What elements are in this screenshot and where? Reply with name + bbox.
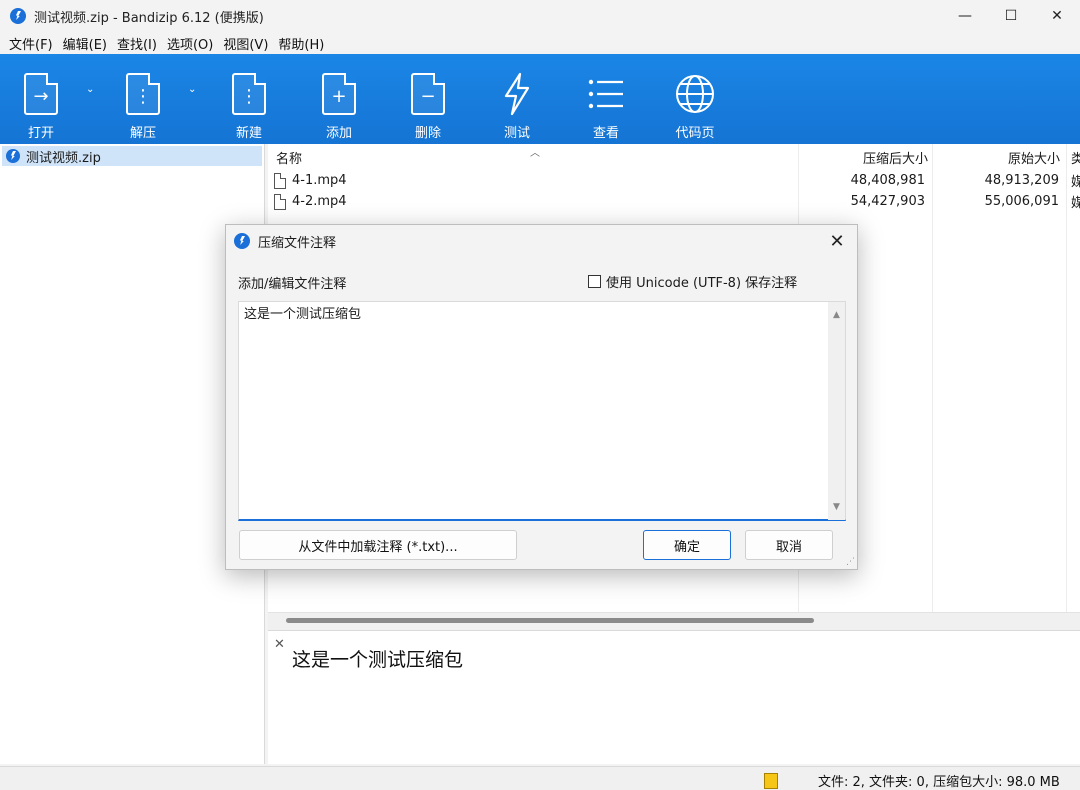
- bandizip-app-icon: [234, 233, 250, 249]
- new-archive-button[interactable]: ⋮ 新建: [226, 54, 272, 144]
- sort-ascending-icon: ︿: [530, 148, 540, 159]
- column-divider: [1066, 144, 1067, 612]
- codepage-button[interactable]: 代码页: [672, 54, 718, 144]
- extract-label: 解压: [129, 126, 156, 141]
- resize-grip-icon[interactable]: ⋰: [846, 557, 855, 567]
- codepage-label: 代码页: [675, 126, 715, 141]
- file-type: 媒: [1071, 175, 1080, 190]
- file-name: 4-1.mp4: [292, 173, 347, 188]
- tree-item-archive[interactable]: 测试视频.zip: [2, 146, 262, 166]
- status-text: 文件: 2, 文件夹: 0, 压缩包大小: 98.0 MB: [818, 775, 1060, 790]
- menu-edit[interactable]: 编辑(E): [58, 34, 112, 53]
- menu-options[interactable]: 选项(O): [162, 34, 218, 53]
- close-comment-icon[interactable]: ✕: [274, 637, 285, 652]
- comment-textarea[interactable]: 这是一个测试压缩包 ▲ ▼: [238, 301, 846, 521]
- open-button[interactable]: → 打开: [18, 54, 64, 144]
- globe-icon: [673, 68, 717, 120]
- new-archive-icon: ⋮: [227, 68, 271, 120]
- archive-icon: [6, 149, 20, 163]
- delete-file-icon: −: [406, 68, 450, 120]
- dialog-title-bar: 压缩文件注释 ✕: [226, 225, 857, 257]
- textarea-scrollbar[interactable]: ▲ ▼: [828, 302, 845, 520]
- cancel-button[interactable]: 取消: [745, 530, 833, 560]
- load-comment-from-file-button[interactable]: 从文件中加载注释 (*.txt)...: [239, 530, 517, 560]
- file-name: 4-2.mp4: [292, 194, 347, 209]
- horizontal-scrollbar[interactable]: [268, 612, 1080, 630]
- column-divider: [932, 144, 933, 612]
- unicode-checkbox-row[interactable]: 使用 Unicode (UTF-8) 保存注释: [588, 272, 797, 291]
- menu-bar: 文件(F) 编辑(E) 查找(I) 选项(O) 视图(V) 帮助(H): [0, 32, 1080, 54]
- title-bar: 测试视频.zip - Bandizip 6.12 (便携版) — ☐ ✕: [0, 0, 1080, 32]
- zip-archive-icon: [764, 773, 778, 789]
- file-compressed-size: 48,408,981: [850, 173, 925, 188]
- menu-help[interactable]: 帮助(H): [273, 34, 329, 53]
- column-header-name[interactable]: 名称: [276, 144, 526, 170]
- file-original-size: 55,006,091: [984, 194, 1059, 209]
- test-button[interactable]: 测试: [494, 54, 540, 144]
- archive-comment-text: 这是一个测试压缩包: [292, 649, 464, 671]
- delete-button[interactable]: − 删除: [405, 54, 451, 144]
- file-row[interactable]: 4-2.mp4 54,427,903 55,006,091 媒: [268, 191, 1080, 212]
- open-dropdown-icon[interactable]: ⌄: [86, 84, 94, 95]
- file-original-size: 48,913,209: [984, 173, 1059, 188]
- add-label: 添加: [325, 126, 352, 141]
- close-window-button[interactable]: ✕: [1034, 0, 1080, 32]
- view-label: 查看: [592, 126, 619, 141]
- add-button[interactable]: + 添加: [316, 54, 362, 144]
- menu-find[interactable]: 查找(I): [112, 34, 162, 53]
- comment-pane: ✕ 这是一个测试压缩包: [268, 630, 1080, 764]
- unicode-checkbox[interactable]: [588, 275, 601, 288]
- scrollbar-thumb[interactable]: [286, 618, 814, 623]
- comment-textarea-value: 这是一个测试压缩包: [244, 307, 362, 322]
- bandizip-app-icon: [10, 8, 26, 24]
- open-icon: →: [19, 68, 63, 120]
- unicode-checkbox-label: 使用 Unicode (UTF-8) 保存注释: [606, 276, 798, 291]
- test-label: 测试: [503, 126, 530, 141]
- new-label: 新建: [235, 126, 262, 141]
- comment-field-label: 添加/编辑文件注释: [238, 277, 347, 292]
- file-type: 媒: [1071, 196, 1080, 211]
- menu-file[interactable]: 文件(F): [4, 34, 58, 53]
- archive-comment-dialog: 压缩文件注释 ✕ 添加/编辑文件注释 使用 Unicode (UTF-8) 保存…: [225, 224, 858, 570]
- scroll-up-icon[interactable]: ▲: [828, 306, 845, 324]
- column-header-type[interactable]: 类: [1071, 144, 1080, 170]
- status-bar: 文件: 2, 文件夹: 0, 压缩包大小: 98.0 MB: [0, 766, 1080, 790]
- tree-item-label: 测试视频.zip: [26, 150, 101, 166]
- extract-button[interactable]: ⋮ 解压: [120, 54, 166, 144]
- file-icon: [274, 193, 286, 210]
- ok-button[interactable]: 确定: [643, 530, 731, 560]
- toolbar: → 打开 ⌄ ⋮ 解压 ⌄ ⋮ 新建 + 添加 − 删除 测试 查看 代码页: [0, 54, 1080, 144]
- menu-view[interactable]: 视图(V): [218, 34, 273, 53]
- open-label: 打开: [27, 126, 54, 141]
- window-title: 测试视频.zip - Bandizip 6.12 (便携版): [34, 10, 264, 26]
- list-icon: [584, 68, 628, 120]
- dialog-close-button[interactable]: ✕: [827, 231, 847, 252]
- lightning-icon: [495, 68, 539, 120]
- view-button[interactable]: 查看: [583, 54, 629, 144]
- file-row[interactable]: 4-1.mp4 48,408,981 48,913,209 媒: [268, 170, 1080, 191]
- minimize-button[interactable]: —: [942, 0, 988, 32]
- extract-dropdown-icon[interactable]: ⌄: [188, 84, 196, 95]
- maximize-button[interactable]: ☐: [988, 0, 1034, 32]
- add-file-icon: +: [317, 68, 361, 120]
- column-header-compressed[interactable]: 压缩后大小: [798, 144, 928, 170]
- file-icon: [274, 172, 286, 189]
- window-controls: — ☐ ✕: [942, 0, 1080, 32]
- extract-icon: ⋮: [121, 68, 165, 120]
- dialog-title: 压缩文件注释: [258, 235, 337, 251]
- column-header-original[interactable]: 原始大小: [932, 144, 1060, 170]
- file-compressed-size: 54,427,903: [850, 194, 925, 209]
- delete-label: 删除: [414, 126, 441, 141]
- scroll-down-icon[interactable]: ▼: [828, 498, 845, 516]
